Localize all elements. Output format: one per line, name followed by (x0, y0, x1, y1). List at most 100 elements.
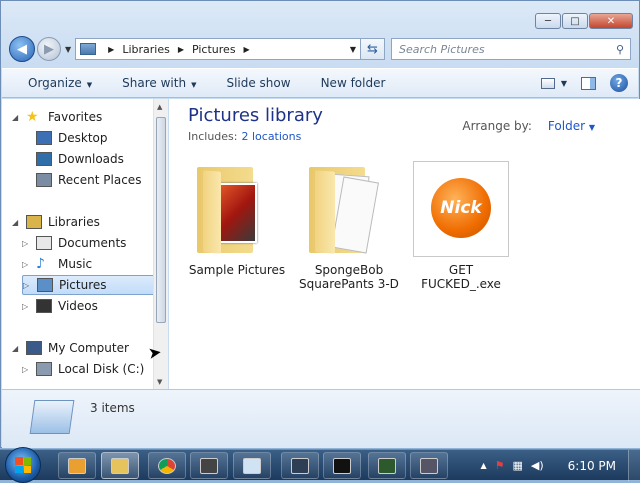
nav-item-desktop[interactable]: Desktop (22, 128, 108, 148)
disk-icon (36, 362, 52, 376)
navigation-row: ◀ ▶ ▼ ▶ Libraries ▶ Pictures ▶ ▼ ⇆ Searc… (9, 35, 631, 63)
recent-pages-icon[interactable]: ▼ (65, 45, 71, 54)
nav-item-label: Local Disk (C:) (58, 362, 145, 376)
help-button[interactable]: ? (610, 74, 628, 92)
file-item-spongebob[interactable]: SpongeBob SquarePants 3-D (299, 161, 399, 291)
scrollbar-thumb[interactable] (156, 117, 166, 323)
arrange-by-dropdown[interactable]: Folder ▼ (548, 119, 595, 133)
taskbar-button-notepad[interactable] (233, 452, 271, 479)
address-bar[interactable]: ▶ Libraries ▶ Pictures ▶ ▼ (75, 38, 361, 60)
minimize-button[interactable]: ─ (535, 13, 561, 29)
nav-item-recent-places[interactable]: Recent Places (22, 170, 141, 190)
refresh-icon: ⇆ (367, 41, 378, 57)
nav-item-label: Recent Places (58, 173, 142, 187)
expand-arrow-icon[interactable]: ▷ (22, 260, 32, 269)
taskbar-button-settings[interactable] (281, 452, 319, 479)
close-button[interactable]: ✕ (589, 13, 633, 29)
item-count: 3 items (90, 401, 135, 415)
new-folder-button[interactable]: New folder (321, 76, 386, 90)
locations-link[interactable]: 2 locations (241, 130, 301, 143)
change-view-icon[interactable] (540, 77, 555, 89)
maximize-button[interactable]: □ (562, 13, 588, 29)
command-bar: Organize ▼ Share with ▼ Slide show New fol… (2, 68, 638, 98)
slide-show-button[interactable]: Slide show (226, 76, 290, 90)
libraries-icon (26, 215, 42, 229)
start-button[interactable] (5, 447, 41, 483)
address-dropdown-icon[interactable]: ▼ (346, 45, 360, 54)
music-icon: ♪ (36, 256, 45, 272)
nav-item-my-computer[interactable]: ◢ My Computer (12, 338, 129, 358)
back-button[interactable]: ◀ (9, 36, 35, 62)
nav-item-label: Documents (58, 236, 127, 250)
library-includes: Includes: 2 locations (188, 130, 302, 143)
scroll-up-icon[interactable]: ▲ (157, 103, 162, 111)
nav-item-pictures[interactable]: ▷ Pictures (22, 275, 160, 295)
chevron-down-icon: ▼ (588, 123, 595, 132)
forward-button[interactable]: ▶ (37, 37, 61, 61)
preview-pane-icon[interactable] (581, 76, 596, 90)
scroll-down-icon[interactable]: ▼ (157, 378, 162, 386)
nav-item-label: Videos (58, 299, 98, 313)
nav-item-videos[interactable]: ▷ Videos (22, 296, 98, 316)
folder-icon (189, 161, 285, 257)
file-item-exe[interactable]: Nick GET FUCKED_.exe (411, 161, 511, 291)
nav-item-favorites[interactable]: ◢ ★ Favorites (12, 107, 102, 127)
ar-icon (420, 457, 438, 474)
pictures-library-icon (80, 43, 97, 55)
breadcrumb-separator-icon[interactable]: ▶ (244, 45, 250, 54)
search-input[interactable]: Search Pictures ⚲ (391, 38, 631, 60)
folder-icon (301, 161, 397, 257)
pictures-icon (37, 278, 53, 292)
refresh-button[interactable]: ⇆ (361, 38, 385, 60)
nav-item-libraries[interactable]: ◢ Libraries (12, 212, 100, 232)
show-hidden-icons-icon[interactable]: ▲ (480, 461, 486, 470)
organize-button[interactable]: Organize ▼ (28, 76, 92, 90)
taskbar-button-ar[interactable] (410, 452, 448, 479)
taskbar-button-media-player[interactable] (58, 452, 96, 479)
view-dropdown-icon[interactable]: ▼ (561, 79, 567, 88)
taskbar-button-cmd[interactable] (323, 452, 361, 479)
library-title: Pictures library (188, 105, 323, 126)
nav-item-documents[interactable]: ▷ Documents (22, 233, 126, 253)
taskbar-button-explorer[interactable] (101, 452, 139, 479)
share-with-button[interactable]: Share with ▼ (122, 76, 196, 90)
volume-icon[interactable]: ◀) (531, 459, 544, 472)
nav-item-label: My Computer (48, 341, 129, 355)
expand-arrow-icon[interactable]: ◢ (12, 113, 22, 122)
nav-item-downloads[interactable]: Downloads (22, 149, 124, 169)
expand-arrow-icon[interactable]: ◢ (12, 218, 22, 227)
breadcrumb-pictures[interactable]: Pictures (192, 43, 236, 56)
taskbar-button-7zip[interactable] (190, 452, 228, 479)
expand-arrow-icon[interactable]: ◢ (12, 344, 22, 353)
recent-places-icon (36, 173, 52, 187)
nav-item-label: Libraries (48, 215, 100, 229)
nav-item-local-disk-c[interactable]: ▷ Local Disk (C:) (22, 359, 144, 379)
navigation-pane: ◢ ★ Favorites Desktop Downloads Recent Places… (2, 99, 160, 389)
star-icon: ★ (26, 109, 39, 125)
network-tray-icon[interactable]: ▦ (512, 459, 522, 472)
action-center-icon[interactable]: ⚑ (495, 459, 505, 472)
chevron-down-icon: ▼ (191, 81, 197, 89)
search-icon[interactable]: ⚲ (616, 43, 624, 56)
expand-arrow-icon[interactable]: ▷ (22, 302, 32, 311)
taskbar-button-network[interactable] (368, 452, 406, 479)
breadcrumb-separator-icon[interactable]: ▶ (178, 45, 184, 54)
mouse-cursor-icon: ➤ (146, 342, 163, 363)
nav-item-label: Music (58, 257, 93, 271)
nav-item-music[interactable]: ▷ ♪ Music (22, 254, 92, 274)
desktop-icon (36, 131, 52, 145)
chevron-down-icon: ▼ (86, 81, 93, 89)
clock[interactable]: 6:10 PM (568, 459, 616, 473)
expand-arrow-icon[interactable]: ▷ (22, 365, 32, 374)
window-controls: ─ □ ✕ (535, 13, 633, 29)
expand-arrow-icon[interactable]: ▷ (23, 281, 33, 290)
expand-arrow-icon[interactable]: ▷ (22, 239, 32, 248)
content-pane: Pictures library Includes: 2 locations Ar… (169, 99, 640, 389)
breadcrumb-separator-icon[interactable]: ▶ (108, 45, 114, 54)
media-player-icon (68, 457, 86, 474)
show-desktop-button[interactable] (628, 450, 640, 481)
taskbar-button-chrome[interactable] (148, 452, 186, 479)
breadcrumb-libraries[interactable]: Libraries (122, 43, 170, 56)
file-item-sample-pictures[interactable]: Sample Pictures (187, 161, 287, 277)
nav-item-label: Downloads (58, 152, 124, 166)
